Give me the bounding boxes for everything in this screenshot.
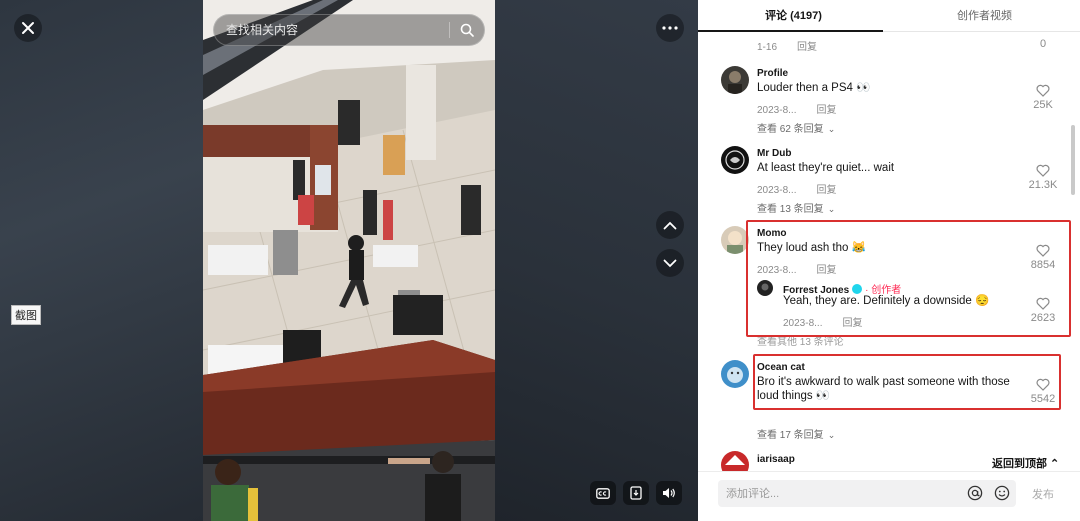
chevron-down-icon <box>663 259 677 267</box>
view-replies-label: 查看 62 条回复 <box>757 124 824 135</box>
avatar[interactable] <box>721 66 749 94</box>
comment-meta: 2023-8... 回复 <box>757 101 836 116</box>
next-video-button[interactable] <box>656 249 684 277</box>
comment-text: They loud ash tho 😹 <box>757 242 866 254</box>
reply-button[interactable]: 回复 <box>816 105 836 116</box>
heart-icon <box>1036 84 1050 97</box>
comment-date: 1-16 回复 <box>757 38 817 53</box>
volume-icon <box>663 488 675 498</box>
heart-icon <box>1036 164 1050 177</box>
search-button[interactable] <box>450 23 484 37</box>
date-text: 2023-8... <box>783 318 823 329</box>
like-button[interactable]: 21.3K <box>1028 164 1058 191</box>
heart-icon <box>1036 244 1050 257</box>
chevron-up-icon <box>663 221 677 229</box>
previous-video-button[interactable] <box>656 211 684 239</box>
video-player[interactable] <box>203 0 495 521</box>
avatar[interactable] <box>721 451 749 471</box>
like-button[interactable]: 8854 <box>1028 244 1058 271</box>
avatar[interactable] <box>721 360 749 388</box>
volume-button[interactable] <box>656 481 682 505</box>
view-replies-label: 查看 13 条回复 <box>757 204 824 215</box>
view-replies-label: 查看 17 条回复 <box>757 430 824 441</box>
chevron-down-icon: ⌄ <box>827 430 836 440</box>
comment-text: Louder then a PS4 👀 <box>757 82 871 94</box>
comment-username[interactable]: iarisaap <box>757 454 795 465</box>
close-button[interactable] <box>14 14 42 42</box>
avatar[interactable] <box>757 280 773 296</box>
like-count: 5542 <box>1030 393 1056 405</box>
like-count: 8854 <box>1030 259 1056 271</box>
like-button[interactable]: 5542 <box>1028 378 1058 405</box>
video-search-bar[interactable] <box>213 14 485 46</box>
post-button[interactable]: 发布 <box>1032 486 1054 502</box>
mention-icon[interactable] <box>967 485 983 501</box>
view-replies-button[interactable]: 查看 62 条回复 ⌄ <box>757 120 835 135</box>
tab-comments[interactable]: 评论 (4197) <box>698 0 889 32</box>
comment-username[interactable]: Mr Dub <box>757 148 791 159</box>
date-text: 1-16 <box>757 42 778 53</box>
back-to-top-button[interactable]: 返回到顶部 ⌃ <box>988 453 1064 471</box>
date-text: 2023-8... <box>757 105 797 116</box>
scrollbar[interactable] <box>1071 125 1075 195</box>
video-stage: 截图 <box>0 0 698 521</box>
view-more-replies-button[interactable]: 查看其他 13 条评论 <box>757 333 844 348</box>
like-count: 2623 <box>1030 312 1056 324</box>
comment-username[interactable]: Ocean cat <box>757 362 805 373</box>
comments-panel: 评论 (4197) 创作者视频 1-16 回复 0 Profile Louder … <box>698 0 1080 521</box>
view-replies-label: 查看其他 13 条评论 <box>757 337 844 348</box>
comment-username[interactable]: Profile <box>757 68 788 79</box>
chevron-down-icon: ⌄ <box>827 204 836 214</box>
more-options-button[interactable] <box>656 14 684 42</box>
captions-button[interactable] <box>590 481 616 505</box>
date-text: 2023-8... <box>757 185 797 196</box>
reply-button[interactable]: 回复 <box>816 265 836 276</box>
close-icon <box>22 22 34 34</box>
download-icon <box>630 486 642 500</box>
search-icon <box>460 23 474 37</box>
comment-text-line-2: loud things 👀 <box>757 390 831 402</box>
verified-icon <box>852 284 863 295</box>
date-text: 2023-8... <box>757 265 797 276</box>
comment-text-line-1: Bro it's awkward to walk past someone wi… <box>757 376 1010 388</box>
view-replies-button[interactable]: 查看 13 条回复 ⌄ <box>757 200 835 215</box>
panel-tabs: 评论 (4197) 创作者视频 <box>698 0 1080 32</box>
captions-icon <box>596 487 610 499</box>
save-video-button[interactable] <box>623 481 649 505</box>
reply-button[interactable]: 回复 <box>816 185 836 196</box>
tab-creator-videos[interactable]: 创作者视频 <box>889 0 1080 31</box>
comment-username[interactable]: Momo <box>757 228 786 239</box>
emoji-icon[interactable] <box>994 485 1010 501</box>
comment-meta: 2023-8... 回复 <box>757 181 836 196</box>
comment-composer: 发布 <box>698 471 1080 521</box>
reply-button[interactable]: 回复 <box>842 318 862 329</box>
screenshot-label: 截图 <box>11 305 41 325</box>
comment-meta: 2023-8... 回复 <box>757 261 836 276</box>
search-input[interactable] <box>214 23 449 37</box>
heart-icon <box>1036 297 1050 310</box>
like-count: 0 <box>1039 38 1047 50</box>
chevron-down-icon: ⌄ <box>827 124 836 134</box>
mall-scene-image <box>203 0 495 521</box>
heart-icon <box>1036 378 1050 391</box>
reply-text: Yeah, they are. Definitely a downside 😔 <box>783 295 990 307</box>
like-button[interactable]: 2623 <box>1028 297 1058 324</box>
like-count: 25K <box>1033 99 1053 111</box>
avatar[interactable] <box>721 146 749 174</box>
view-replies-button[interactable]: 查看 17 条回复 ⌄ <box>757 426 835 441</box>
comment-text: At least they're quiet... wait <box>757 162 895 174</box>
more-icon <box>662 26 678 30</box>
comment-list[interactable]: 1-16 回复 0 Profile Louder then a PS4 👀 202… <box>698 33 1080 471</box>
avatar[interactable] <box>721 226 749 254</box>
like-count: 21.3K <box>1028 179 1058 191</box>
like-button[interactable]: 0 <box>1028 38 1058 50</box>
reply-meta: 2023-8... 回复 <box>783 314 862 329</box>
like-button[interactable]: 25K <box>1028 84 1058 111</box>
reply-button[interactable]: 回复 <box>797 42 817 53</box>
